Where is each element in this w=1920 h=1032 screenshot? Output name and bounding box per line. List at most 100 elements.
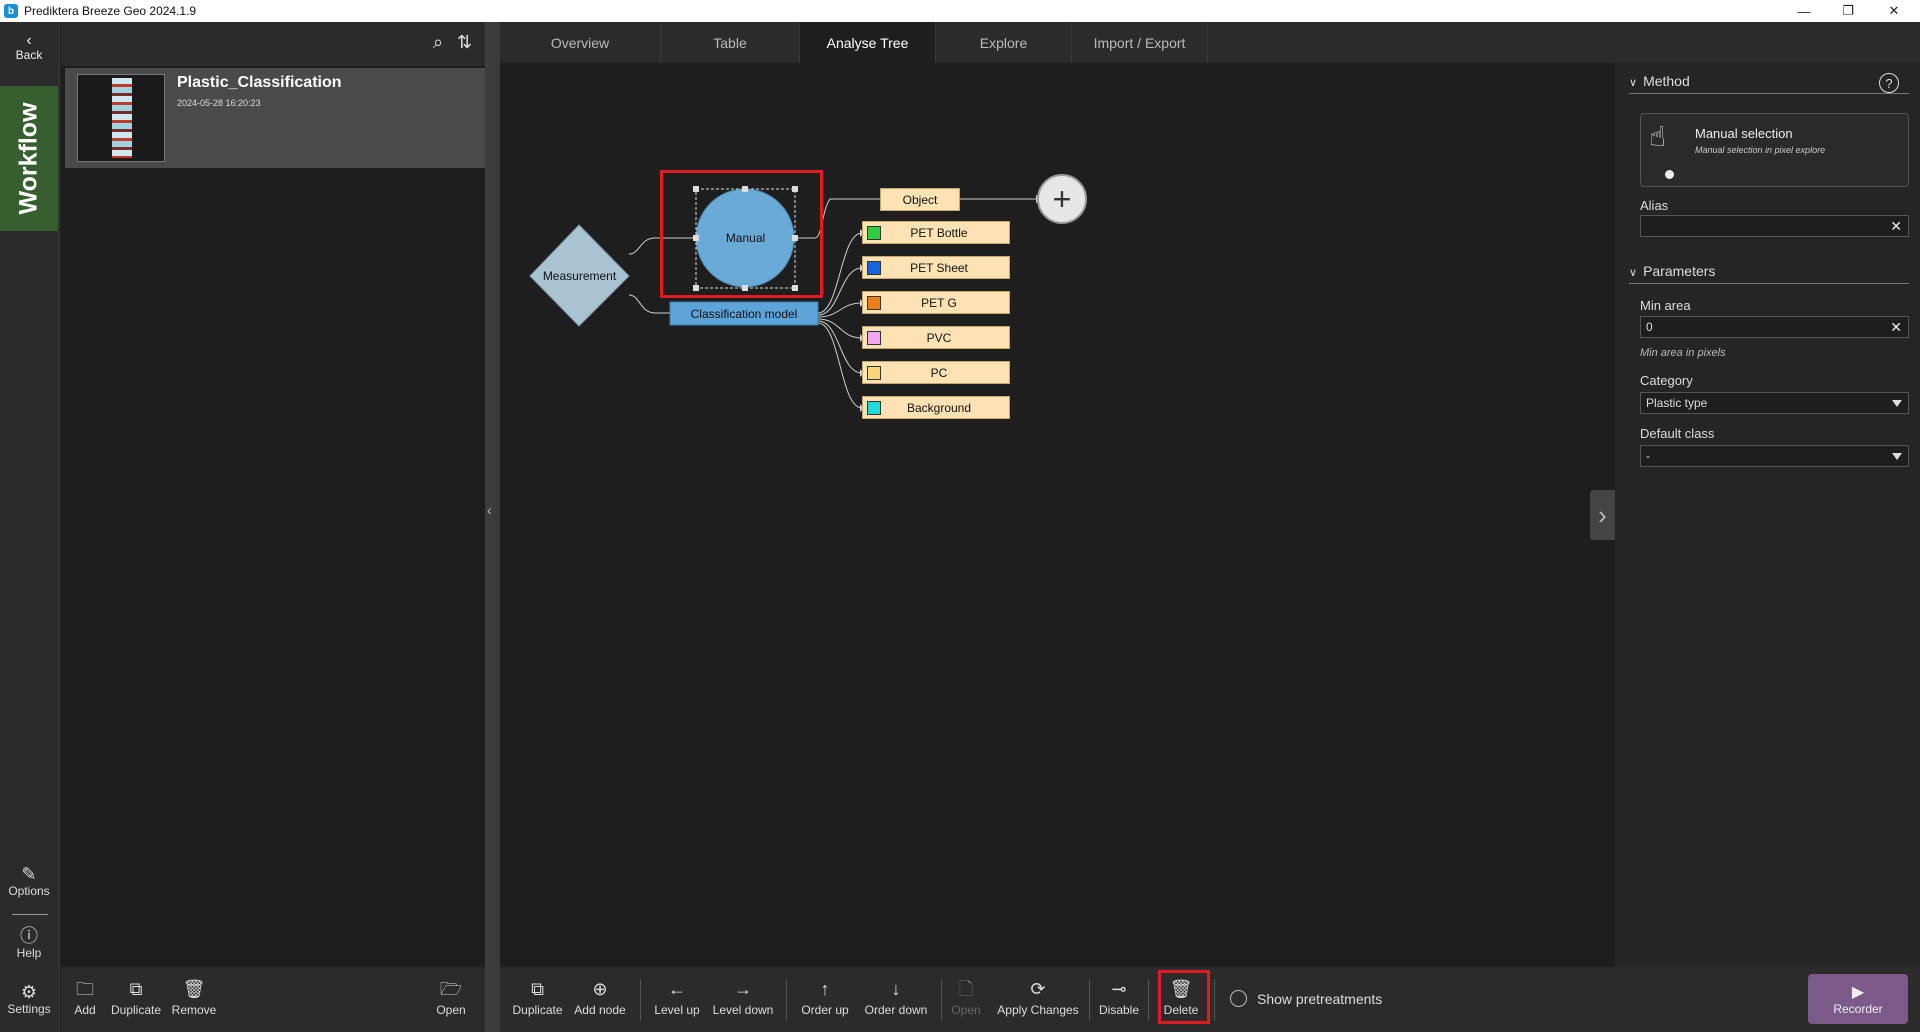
- tab-overview[interactable]: Overview: [500, 22, 661, 63]
- manual-label[interactable]: Manual: [696, 225, 795, 251]
- duplicate-button[interactable]: ⧉ Duplicate: [107, 967, 165, 1032]
- tab-analyse-tree[interactable]: Analyse Tree: [800, 22, 936, 63]
- divider: [12, 914, 48, 915]
- level-up-button[interactable]: ← Level up: [650, 967, 704, 1032]
- help-button[interactable]: ⓘ Help: [0, 926, 58, 960]
- clear-icon[interactable]: ✕: [1890, 218, 1902, 235]
- tab-table[interactable]: Table: [661, 22, 800, 63]
- options-button[interactable]: ✎ Options: [0, 864, 58, 898]
- project-item[interactable]: Plastic_Classification 2024-05-28 16:20:…: [65, 68, 485, 168]
- class-label: PET Bottle: [910, 225, 968, 240]
- class-node[interactable]: PET Sheet: [862, 256, 1010, 279]
- open-button[interactable]: 🗁 Open: [431, 967, 471, 1032]
- trash-icon: 🗑: [182, 979, 206, 999]
- class-node[interactable]: Background: [862, 396, 1010, 419]
- search-icon[interactable]: ⌕: [433, 32, 443, 53]
- sort-icon[interactable]: ⇅: [457, 32, 472, 53]
- object-node[interactable]: Object: [880, 188, 960, 211]
- workflow-label: Workflow: [14, 102, 43, 215]
- category-select[interactable]: Plastic type: [1640, 392, 1909, 414]
- title-bar: b Prediktera Breeze Geo 2024.1.9 — ❐ ✕: [0, 0, 1920, 22]
- class-color-swatch: [867, 401, 881, 415]
- method-header-label: Method: [1643, 73, 1690, 89]
- gear-icon: ⚙: [20, 982, 38, 1002]
- alias-label: Alias: [1640, 198, 1669, 213]
- open-file-icon: 🗋: [958, 979, 974, 999]
- chevron-right-icon[interactable]: ›: [1590, 490, 1615, 540]
- tab-bar: Overview Table Analyse Tree Explore Impo…: [500, 22, 1920, 63]
- order-down-label: Order down: [864, 1003, 928, 1017]
- remove-button[interactable]: 🗑 Remove: [169, 967, 219, 1032]
- show-pretreatments-toggle[interactable]: Show pretreatments: [1230, 990, 1382, 1007]
- settings-button[interactable]: ⚙ Settings: [0, 982, 58, 1016]
- divider: [786, 979, 787, 1021]
- clear-icon[interactable]: ✕: [1890, 319, 1902, 336]
- order-up-button[interactable]: ↑ Order up: [796, 967, 854, 1032]
- class-label: PET G: [921, 295, 957, 310]
- alias-field[interactable]: ✕: [1640, 215, 1909, 237]
- open-node-label: Open: [951, 1003, 981, 1017]
- project-list-header: ⌕ ⇅: [61, 22, 485, 66]
- class-node[interactable]: PVC: [862, 326, 1010, 349]
- arrow-down-icon: ↓: [891, 979, 901, 999]
- measurement-label[interactable]: Measurement: [530, 263, 629, 289]
- category-label: Category: [1640, 373, 1693, 388]
- project-name: Plastic_Classification: [177, 74, 342, 91]
- tab-import-export[interactable]: Import / Export: [1072, 22, 1208, 63]
- category-value: Plastic type: [1646, 396, 1708, 410]
- level-up-label: Level up: [654, 1003, 700, 1017]
- parameters-section-header[interactable]: ∨ Parameters: [1629, 263, 1909, 284]
- class-label: PVC: [926, 330, 952, 345]
- chevron-left-icon[interactable]: ‹: [487, 502, 492, 518]
- default-class-select[interactable]: -: [1640, 445, 1909, 467]
- duplicate-label: Duplicate: [110, 1003, 162, 1017]
- video-camera-icon: ▶: [1851, 984, 1865, 1001]
- add-button[interactable]: 🗀 Add: [71, 967, 99, 1032]
- duplicate-node-label: Duplicate: [512, 1003, 563, 1017]
- class-node[interactable]: PC: [862, 361, 1010, 384]
- class-color-swatch: [867, 296, 881, 310]
- order-down-button[interactable]: ↓ Order down: [858, 967, 934, 1032]
- hand-pointer-icon: ☝: [1649, 121, 1667, 152]
- app-logo-icon: b: [4, 4, 18, 18]
- dropdown-arrow-icon: [1892, 453, 1902, 460]
- add-node-plus-icon[interactable]: +: [1037, 174, 1087, 224]
- add-node-button[interactable]: ⊕ Add node: [570, 967, 630, 1032]
- delete-button[interactable]: 🗑 Delete: [1160, 967, 1202, 1032]
- disable-button[interactable]: ⊸ Disable: [1098, 967, 1140, 1032]
- parameters-header-label: Parameters: [1643, 263, 1716, 279]
- method-section-header[interactable]: ∨ Method: [1629, 73, 1909, 94]
- add-node-label: Add node: [574, 1003, 626, 1017]
- help-circle-icon[interactable]: ?: [1879, 73, 1899, 93]
- apply-changes-label: Apply Changes: [997, 1003, 1079, 1017]
- back-button[interactable]: ‹ Back: [0, 33, 58, 63]
- pencil-icon: ✎: [21, 864, 37, 884]
- class-label: PET Sheet: [910, 260, 968, 275]
- refresh-icon: ⟳: [1030, 979, 1046, 999]
- dot-icon: [1665, 170, 1674, 179]
- close-button[interactable]: ✕: [1874, 0, 1914, 22]
- recorder-button[interactable]: ▶ Recorder: [1808, 974, 1908, 1024]
- divider: [1089, 979, 1090, 1021]
- show-pretreatments-label: Show pretreatments: [1257, 990, 1383, 1007]
- open-node-button[interactable]: 🗋 Open: [950, 967, 982, 1032]
- method-card[interactable]: ☝ Manual selection Manual selection in p…: [1640, 113, 1909, 187]
- tree-toolbar: ⧉ Duplicate ⊕ Add node ← Level up → Leve…: [500, 967, 1615, 1032]
- min-area-field[interactable]: 0 ✕: [1640, 316, 1909, 338]
- level-down-label: Level down: [712, 1003, 774, 1017]
- panel-splitter[interactable]: ‹: [485, 22, 500, 1032]
- duplicate-node-button[interactable]: ⧉ Duplicate: [510, 967, 565, 1032]
- apply-changes-button[interactable]: ⟳ Apply Changes: [994, 967, 1082, 1032]
- toggle-icon: ⊸: [1111, 979, 1127, 999]
- class-node[interactable]: PET Bottle: [862, 221, 1010, 244]
- class-label: Background: [906, 400, 972, 415]
- tab-explore[interactable]: Explore: [936, 22, 1072, 63]
- radio-icon[interactable]: [1230, 990, 1247, 1007]
- restore-button[interactable]: ❐: [1828, 0, 1868, 22]
- minimize-button[interactable]: —: [1784, 0, 1824, 22]
- classification-model-label[interactable]: Classification model: [670, 302, 818, 325]
- workflow-tab[interactable]: Workflow: [0, 86, 58, 231]
- class-node[interactable]: PET G: [862, 291, 1010, 314]
- level-down-button[interactable]: → Level down: [710, 967, 776, 1032]
- class-color-swatch: [867, 366, 881, 380]
